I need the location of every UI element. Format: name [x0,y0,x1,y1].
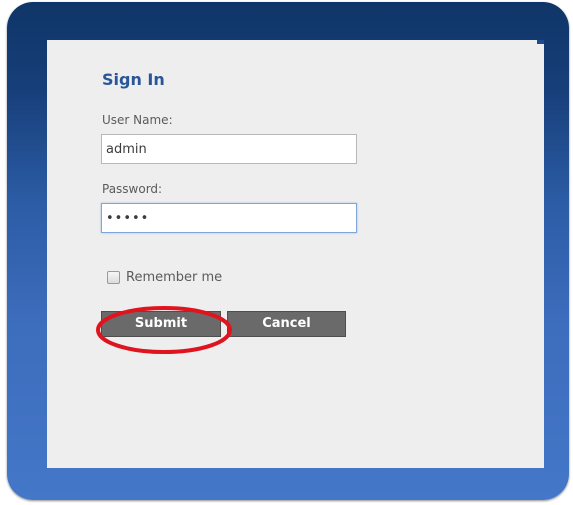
remember-me-label: Remember me [126,270,223,285]
username-label: User Name: [102,113,173,127]
submit-button[interactable]: Submit [101,311,221,337]
cancel-button[interactable]: Cancel [227,311,346,337]
remember-me-checkbox[interactable] [107,271,120,284]
remember-me-row[interactable]: Remember me [107,270,222,285]
login-panel [47,40,544,468]
password-label: Password: [102,182,163,196]
sign-in-title: Sign In [102,70,165,89]
username-input[interactable] [101,134,357,164]
panel-corner-notch [537,40,544,44]
password-input[interactable] [101,203,357,233]
